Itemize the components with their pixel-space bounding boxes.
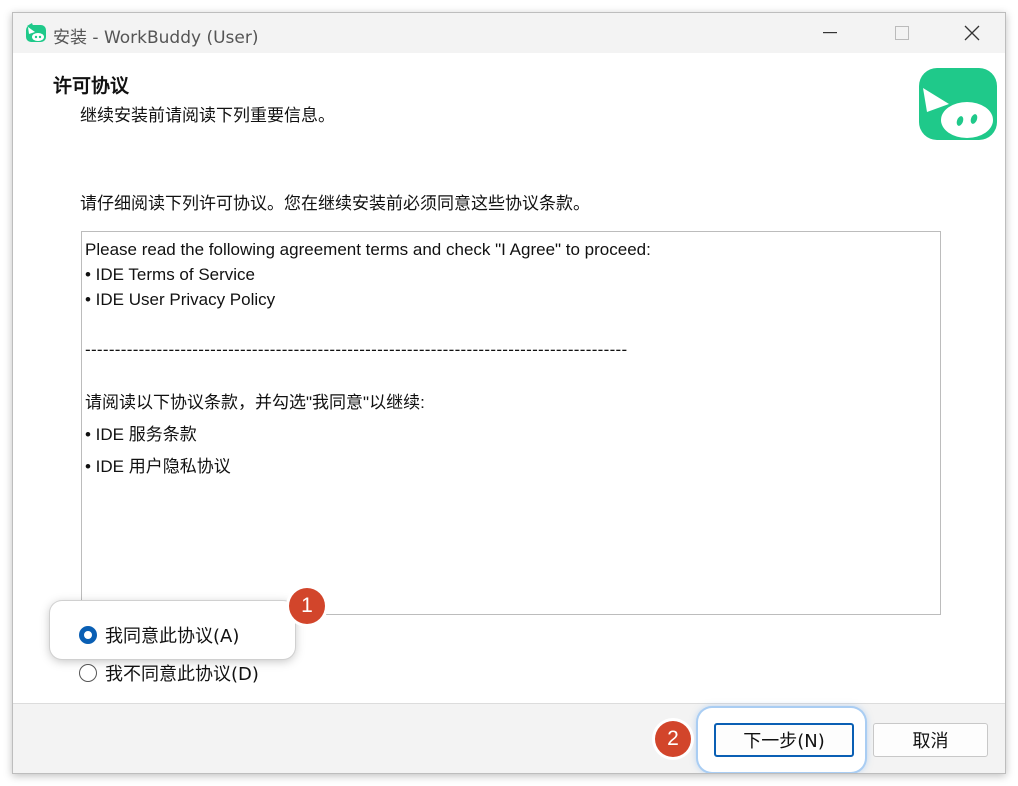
agree-radio-label: 我同意此协议(A) — [105, 626, 240, 647]
minimize-button[interactable] — [807, 13, 853, 53]
page-title: 许可协议 — [53, 75, 130, 97]
maximize-icon — [895, 26, 909, 40]
agree-radio-option[interactable]: 我同意此协议(A) — [79, 622, 239, 648]
step-badge-2: 2 — [655, 721, 691, 757]
license-instruction: 请仔细阅读下列许可协议。您在继续安装前必须同意这些协议条款。 — [80, 194, 590, 214]
cancel-button[interactable]: 取消 — [873, 723, 988, 757]
workbuddy-app-icon — [919, 68, 997, 140]
next-button[interactable]: 下一步(N) — [714, 723, 854, 757]
window-title: 安装 - WorkBuddy (User) — [53, 28, 259, 48]
disagree-radio[interactable] — [79, 664, 97, 682]
license-line: • IDE User Privacy Policy — [85, 290, 276, 309]
close-button[interactable] — [949, 13, 995, 53]
license-line: Please read the following agreement term… — [85, 240, 651, 259]
close-icon — [964, 25, 980, 41]
disagree-radio-label: 我不同意此协议(D) — [105, 664, 259, 685]
minimize-icon — [823, 32, 837, 34]
installer-window: 安装 - WorkBuddy (User) 许可协议 继续安装前请阅读下列重要信… — [12, 12, 1006, 774]
license-line: • IDE 服务条款 — [85, 425, 197, 444]
agree-radio[interactable] — [79, 626, 97, 644]
maximize-button — [879, 13, 925, 53]
title-bar: 安装 - WorkBuddy (User) — [13, 13, 1005, 53]
page-subtitle: 继续安装前请阅读下列重要信息。 — [80, 106, 335, 126]
license-line: • IDE Terms of Service — [85, 265, 256, 284]
disagree-radio-option[interactable]: 我不同意此协议(D) — [79, 660, 259, 686]
license-separator: ----------------------------------------… — [85, 340, 628, 359]
license-line: 请阅读以下协议条款，并勾选"我同意"以继续: — [85, 393, 425, 412]
license-line: • IDE 用户隐私协议 — [85, 457, 231, 476]
workbuddy-logo-icon — [26, 23, 46, 42]
license-textbox[interactable]: Please read the following agreement term… — [81, 231, 941, 615]
step-badge-1: 1 — [289, 588, 325, 624]
